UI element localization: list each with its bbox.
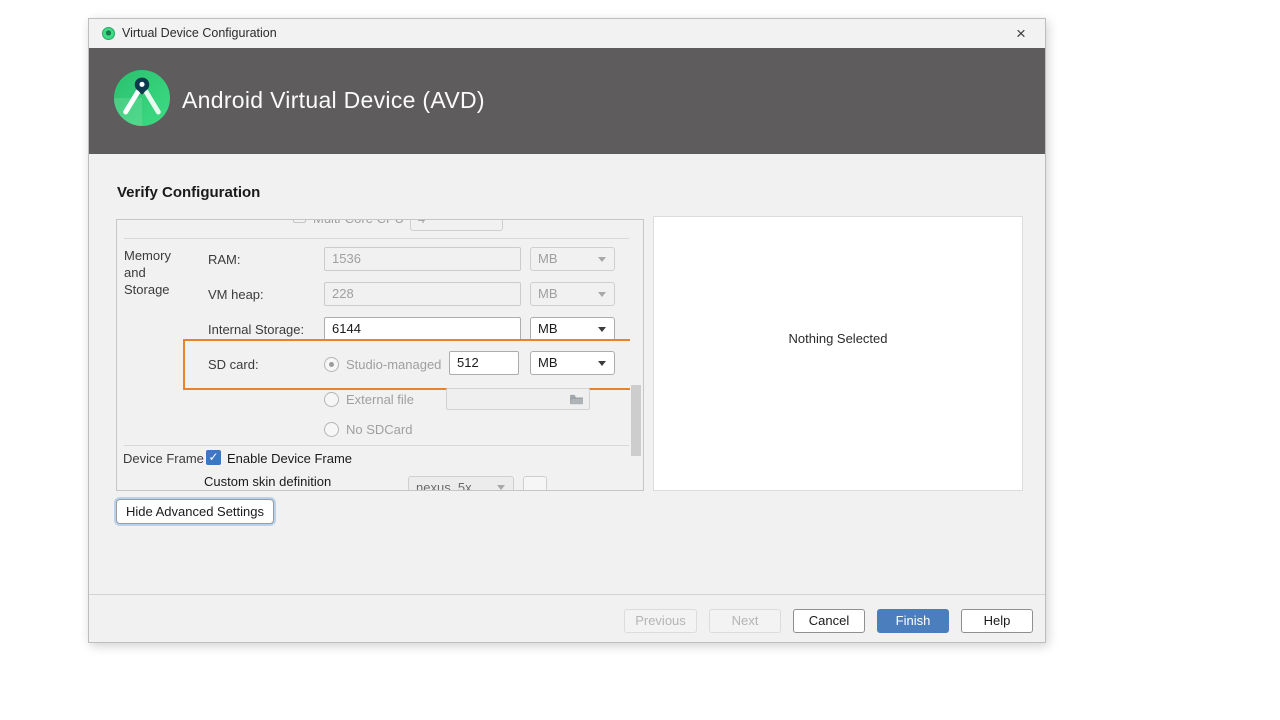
button-bar-divider bbox=[89, 594, 1045, 595]
device-preview-panel: Nothing Selected bbox=[653, 216, 1023, 491]
external-file-path-input[interactable] bbox=[446, 388, 590, 410]
scrollbar-thumb[interactable] bbox=[631, 385, 641, 456]
advanced-settings-panel: Multi-Core CPU 4 Memory and Storage RAM:… bbox=[116, 219, 644, 491]
custom-skin-label: Custom skin definition bbox=[204, 474, 332, 489]
nothing-selected-text: Nothing Selected bbox=[788, 331, 888, 346]
enable-device-frame-label: Enable Device Frame bbox=[227, 451, 352, 466]
ram-label: RAM: bbox=[208, 252, 241, 267]
custom-skin-combo[interactable]: nexus_5x bbox=[408, 476, 514, 490]
enable-device-frame-checkbox[interactable]: ✓ bbox=[206, 450, 221, 465]
vm-heap-input[interactable]: 228 bbox=[324, 282, 521, 306]
internal-storage-input[interactable]: 6144 bbox=[324, 317, 521, 341]
memory-storage-group-label: Memory and Storage bbox=[124, 248, 171, 297]
finish-button[interactable]: Finish bbox=[877, 609, 949, 633]
chevron-down-icon bbox=[497, 485, 505, 490]
window-title: Virtual Device Configuration bbox=[122, 26, 277, 40]
folder-icon[interactable] bbox=[569, 394, 584, 405]
screen: Virtual Device Configuration × Android V… bbox=[0, 0, 1280, 720]
studio-managed-radio[interactable] bbox=[324, 357, 339, 372]
help-button[interactable]: Help bbox=[961, 609, 1033, 633]
hide-advanced-settings-button[interactable]: Hide Advanced Settings bbox=[116, 499, 274, 524]
studio-managed-label: Studio-managed bbox=[346, 357, 442, 372]
wizard-header: Android Virtual Device (AVD) bbox=[89, 48, 1045, 154]
sd-card-unit-combo[interactable]: MB bbox=[530, 351, 615, 375]
cancel-button[interactable]: Cancel bbox=[793, 609, 865, 633]
chevron-down-icon bbox=[598, 327, 606, 332]
vm-heap-label: VM heap: bbox=[208, 287, 264, 302]
divider bbox=[124, 238, 629, 239]
android-app-icon bbox=[102, 27, 115, 40]
external-file-radio[interactable] bbox=[324, 392, 339, 407]
device-frame-group-label: Device Frame bbox=[123, 451, 204, 466]
android-studio-logo bbox=[114, 70, 170, 126]
vm-heap-unit-combo[interactable]: MB bbox=[530, 282, 615, 306]
multi-core-cpu-combo[interactable]: 4 bbox=[410, 220, 503, 231]
previous-button[interactable]: Previous bbox=[624, 609, 697, 633]
ram-input[interactable]: 1536 bbox=[324, 247, 521, 271]
title-bar[interactable]: Virtual Device Configuration × bbox=[89, 19, 1045, 48]
no-sdcard-label: No SDCard bbox=[346, 422, 413, 437]
chevron-down-icon bbox=[598, 292, 606, 297]
next-button[interactable]: Next bbox=[709, 609, 781, 633]
skin-browse-button[interactable] bbox=[523, 476, 547, 490]
chevron-down-icon bbox=[598, 257, 606, 262]
close-icon[interactable]: × bbox=[1009, 22, 1033, 46]
wizard-title: Android Virtual Device (AVD) bbox=[182, 87, 485, 113]
panel-scrollbar[interactable] bbox=[630, 221, 642, 490]
sd-card-label: SD card: bbox=[208, 357, 259, 372]
external-file-label: External file bbox=[346, 392, 414, 407]
virtual-device-configuration-dialog: Virtual Device Configuration × Android V… bbox=[88, 18, 1046, 643]
chevron-down-icon bbox=[598, 361, 606, 366]
ram-unit-combo[interactable]: MB bbox=[530, 247, 615, 271]
divider bbox=[124, 445, 629, 446]
step-heading: Verify Configuration bbox=[117, 184, 261, 201]
sd-card-size-input[interactable]: 512 bbox=[449, 351, 519, 375]
multi-core-cpu-checkbox[interactable] bbox=[293, 220, 306, 223]
multi-core-cpu-label: Multi-Core CPU bbox=[313, 220, 404, 226]
internal-storage-unit-combo[interactable]: MB bbox=[530, 317, 615, 341]
no-sdcard-radio[interactable] bbox=[324, 422, 339, 437]
internal-storage-label: Internal Storage: bbox=[208, 322, 305, 337]
